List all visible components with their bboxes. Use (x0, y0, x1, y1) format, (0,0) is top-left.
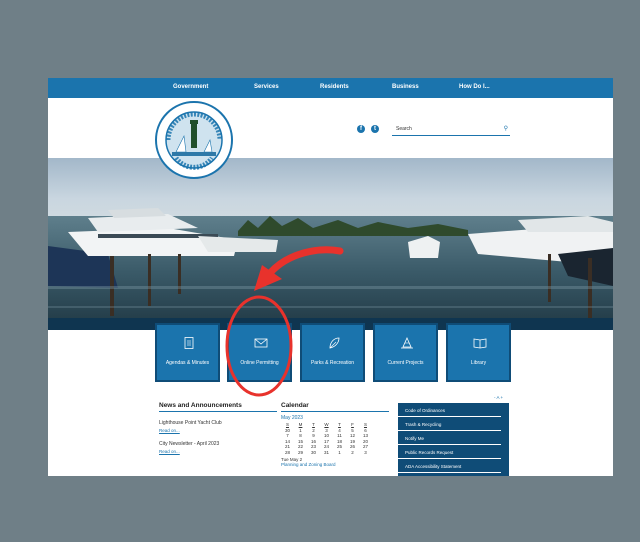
leaf-icon (329, 337, 340, 349)
quicklink-label: Online Permitting (240, 360, 279, 366)
calendar-date[interactable]: 28 (281, 450, 294, 456)
nav-residents[interactable]: Residents (320, 84, 349, 90)
quicklink-label: Parks & Recreation (310, 360, 355, 366)
calendar-date[interactable]: 30 (307, 450, 320, 456)
quicklink-agendas-minutes[interactable]: Agendas & Minutes (155, 323, 220, 382)
calendar-date[interactable]: 1 (333, 450, 346, 456)
calendar-title: Calendar (281, 402, 389, 412)
side-links-panel: Code of Ordinances Trash & Recycling Not… (398, 403, 509, 476)
calendar-event-link[interactable]: Planning and Zoning Board (281, 462, 389, 467)
nav-government[interactable]: Government (173, 84, 208, 90)
facebook-icon[interactable]: f (357, 125, 365, 133)
news-read-more-link[interactable]: Read on... (159, 428, 277, 433)
calendar-grid: S M T W T F S 30 1 2 3 4 5 6 7 8 9 10 11 12 13 14 15 16 17 18 19 20… (281, 422, 389, 455)
quicklink-label: Agendas & Minutes (165, 360, 210, 366)
calendar-date[interactable]: 2 (346, 450, 359, 456)
quick-links: Agendas & Minutes Online Permitting Park… (155, 323, 511, 382)
book-icon (473, 338, 487, 349)
news-item-title[interactable]: City Newsletter - April 2023 (159, 441, 277, 447)
quicklink-online-permitting[interactable]: Online Permitting (227, 323, 292, 382)
quicklink-parks-recreation[interactable]: Parks & Recreation (300, 323, 365, 382)
nav-services[interactable]: Services (254, 84, 279, 90)
calendar-date[interactable]: 3 (359, 450, 372, 456)
social-links: f t (357, 125, 379, 133)
quicklink-label: Library (470, 360, 487, 366)
text-size-control[interactable]: - A + (494, 395, 503, 400)
nav-business[interactable]: Business (392, 84, 419, 90)
search-icon[interactable]: ⚲ (504, 125, 508, 132)
side-link-ada-statement[interactable]: ADA Accessibility Statement (398, 459, 501, 473)
news-title: News and Announcements (159, 402, 277, 412)
side-link-public-records[interactable]: Public Records Request (398, 445, 501, 459)
calendar-month: May 2023 (281, 415, 303, 421)
calendar-widget: Calendar May 2023 S M T W T F S 30 1 2 3 4 5 6 7 8 9 10 11… (281, 402, 389, 467)
marina-photo (48, 136, 613, 329)
news-announcements: News and Announcements Lighthouse Point … (159, 402, 277, 454)
twitter-icon[interactable]: t (371, 125, 379, 133)
hero-marina-image (48, 136, 613, 329)
cone-icon (401, 337, 413, 349)
search-field[interactable]: Search ⚲ (392, 125, 510, 136)
document-icon (184, 337, 194, 349)
search-placeholder: Search (396, 126, 412, 132)
site-header: f t Search ⚲ (48, 98, 613, 179)
news-read-more-link[interactable]: Read on... (159, 449, 277, 454)
side-link-notify-me[interactable]: Notify Me (398, 431, 501, 445)
quicklink-library[interactable]: Library (446, 323, 511, 382)
calendar-date[interactable]: 29 (294, 450, 307, 456)
nav-how-do-i[interactable]: How Do I... (459, 84, 490, 90)
side-link-trash-recycling[interactable]: Trash & Recycling (398, 417, 501, 431)
quicklink-label: Current Projects (387, 360, 424, 366)
city-seal-logo[interactable] (154, 100, 234, 180)
website-screenshot: Government Services Residents Business H… (48, 78, 613, 476)
top-navigation: Government Services Residents Business H… (48, 78, 613, 98)
envelope-icon (254, 338, 268, 348)
news-item-title[interactable]: Lighthouse Point Yacht Club (159, 420, 277, 426)
quicklink-current-projects[interactable]: Current Projects (373, 323, 438, 382)
side-link-code-of-ordinances[interactable]: Code of Ordinances (398, 403, 501, 417)
calendar-date[interactable]: 31 (320, 450, 333, 456)
